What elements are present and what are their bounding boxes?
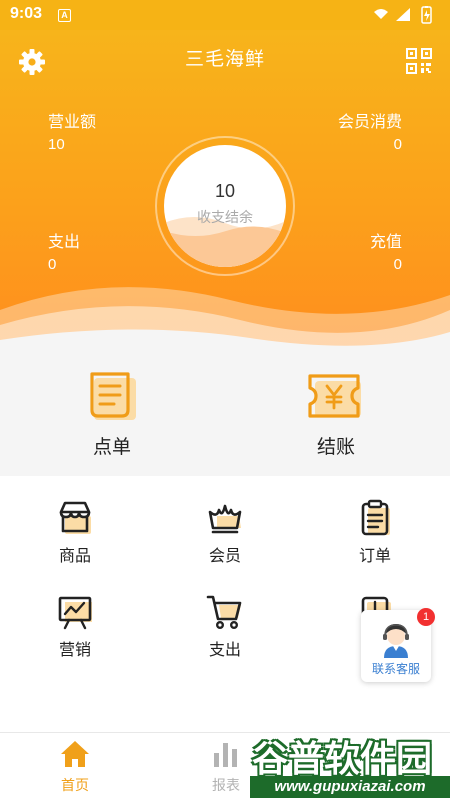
feature-grid: 商品 会员 订单 营销 支出 <box>0 476 450 732</box>
service-badge: 1 <box>417 608 435 626</box>
status-bar: 9:03 A <box>0 0 450 30</box>
presentation-icon <box>58 596 92 630</box>
customer-service-button[interactable]: 1 联系客服 <box>361 608 435 682</box>
expense-label: 支出 <box>48 232 81 251</box>
grid-item-members[interactable]: 会员 <box>175 498 275 566</box>
grid-label-orders: 订单 <box>358 546 391 565</box>
cart-icon <box>206 595 242 630</box>
grid-item-expense[interactable]: 支出 <box>175 592 275 660</box>
service-agent-icon <box>383 624 409 658</box>
revenue-value: 10 <box>48 136 65 153</box>
member-spend-label: 会员消费 <box>337 112 402 131</box>
revenue-stat: 营业额 10 <box>48 108 96 153</box>
watermark: 谷普软件园 www.gupuxiazai.com <box>250 728 450 800</box>
expense-stat: 支出 0 <box>48 228 80 273</box>
balance-circle: 10 收支结余 <box>164 145 286 267</box>
bar-chart-icon <box>214 743 237 767</box>
grid-label-products: 商品 <box>58 546 91 565</box>
home-icon <box>61 741 89 767</box>
grid-label-members: 会员 <box>208 546 241 565</box>
grid-label-marketing: 营销 <box>58 640 91 659</box>
grid-item-marketing[interactable]: 营销 <box>25 592 125 660</box>
receipt-icon <box>90 372 136 420</box>
recharge-stat: 充值 0 <box>370 228 402 273</box>
recharge-label: 充值 <box>369 232 402 251</box>
page-title: 三毛海鲜 <box>184 48 265 70</box>
yen-ticket-icon <box>308 374 361 418</box>
watermark-text: 谷普软件园 <box>252 739 433 780</box>
dashboard-header: 三毛海鲜 营业额 10 会员消费 0 支出 0 充值 0 10 收支结余 <box>0 30 450 360</box>
revenue-label: 营业额 <box>48 112 97 131</box>
checkout-button[interactable]: 结账 <box>276 368 396 459</box>
checkout-label: 结账 <box>316 436 355 458</box>
member-spend-value: 0 <box>393 136 402 153</box>
tab-home-label: 首页 <box>61 778 89 794</box>
grid-label-expense: 支出 <box>208 640 241 659</box>
primary-actions: 点单 结账 <box>0 360 450 475</box>
order-button[interactable]: 点单 <box>52 368 172 459</box>
balance-label: 收支结余 <box>197 210 253 226</box>
order-label: 点单 <box>92 436 131 458</box>
store-icon <box>59 501 91 534</box>
clipboard-icon <box>361 499 390 536</box>
crown-icon <box>208 504 242 534</box>
qr-code-icon[interactable] <box>406 48 432 74</box>
grid-item-orders[interactable]: 订单 <box>325 498 425 566</box>
tab-home[interactable]: 首页 <box>35 739 115 795</box>
header-waves <box>0 287 450 360</box>
watermark-url: www.gupuxiazai.com <box>250 776 450 798</box>
grid-item-products[interactable]: 商品 <box>25 498 125 566</box>
member-spend-stat: 会员消费 0 <box>338 108 402 153</box>
balance-value: 10 <box>214 181 236 201</box>
balance-wave <box>164 217 286 267</box>
status-time: 9:03 <box>10 5 43 22</box>
status-indicators-icon <box>374 6 432 24</box>
notification-app-icon: A <box>58 9 71 22</box>
service-label: 联系客服 <box>371 662 420 676</box>
